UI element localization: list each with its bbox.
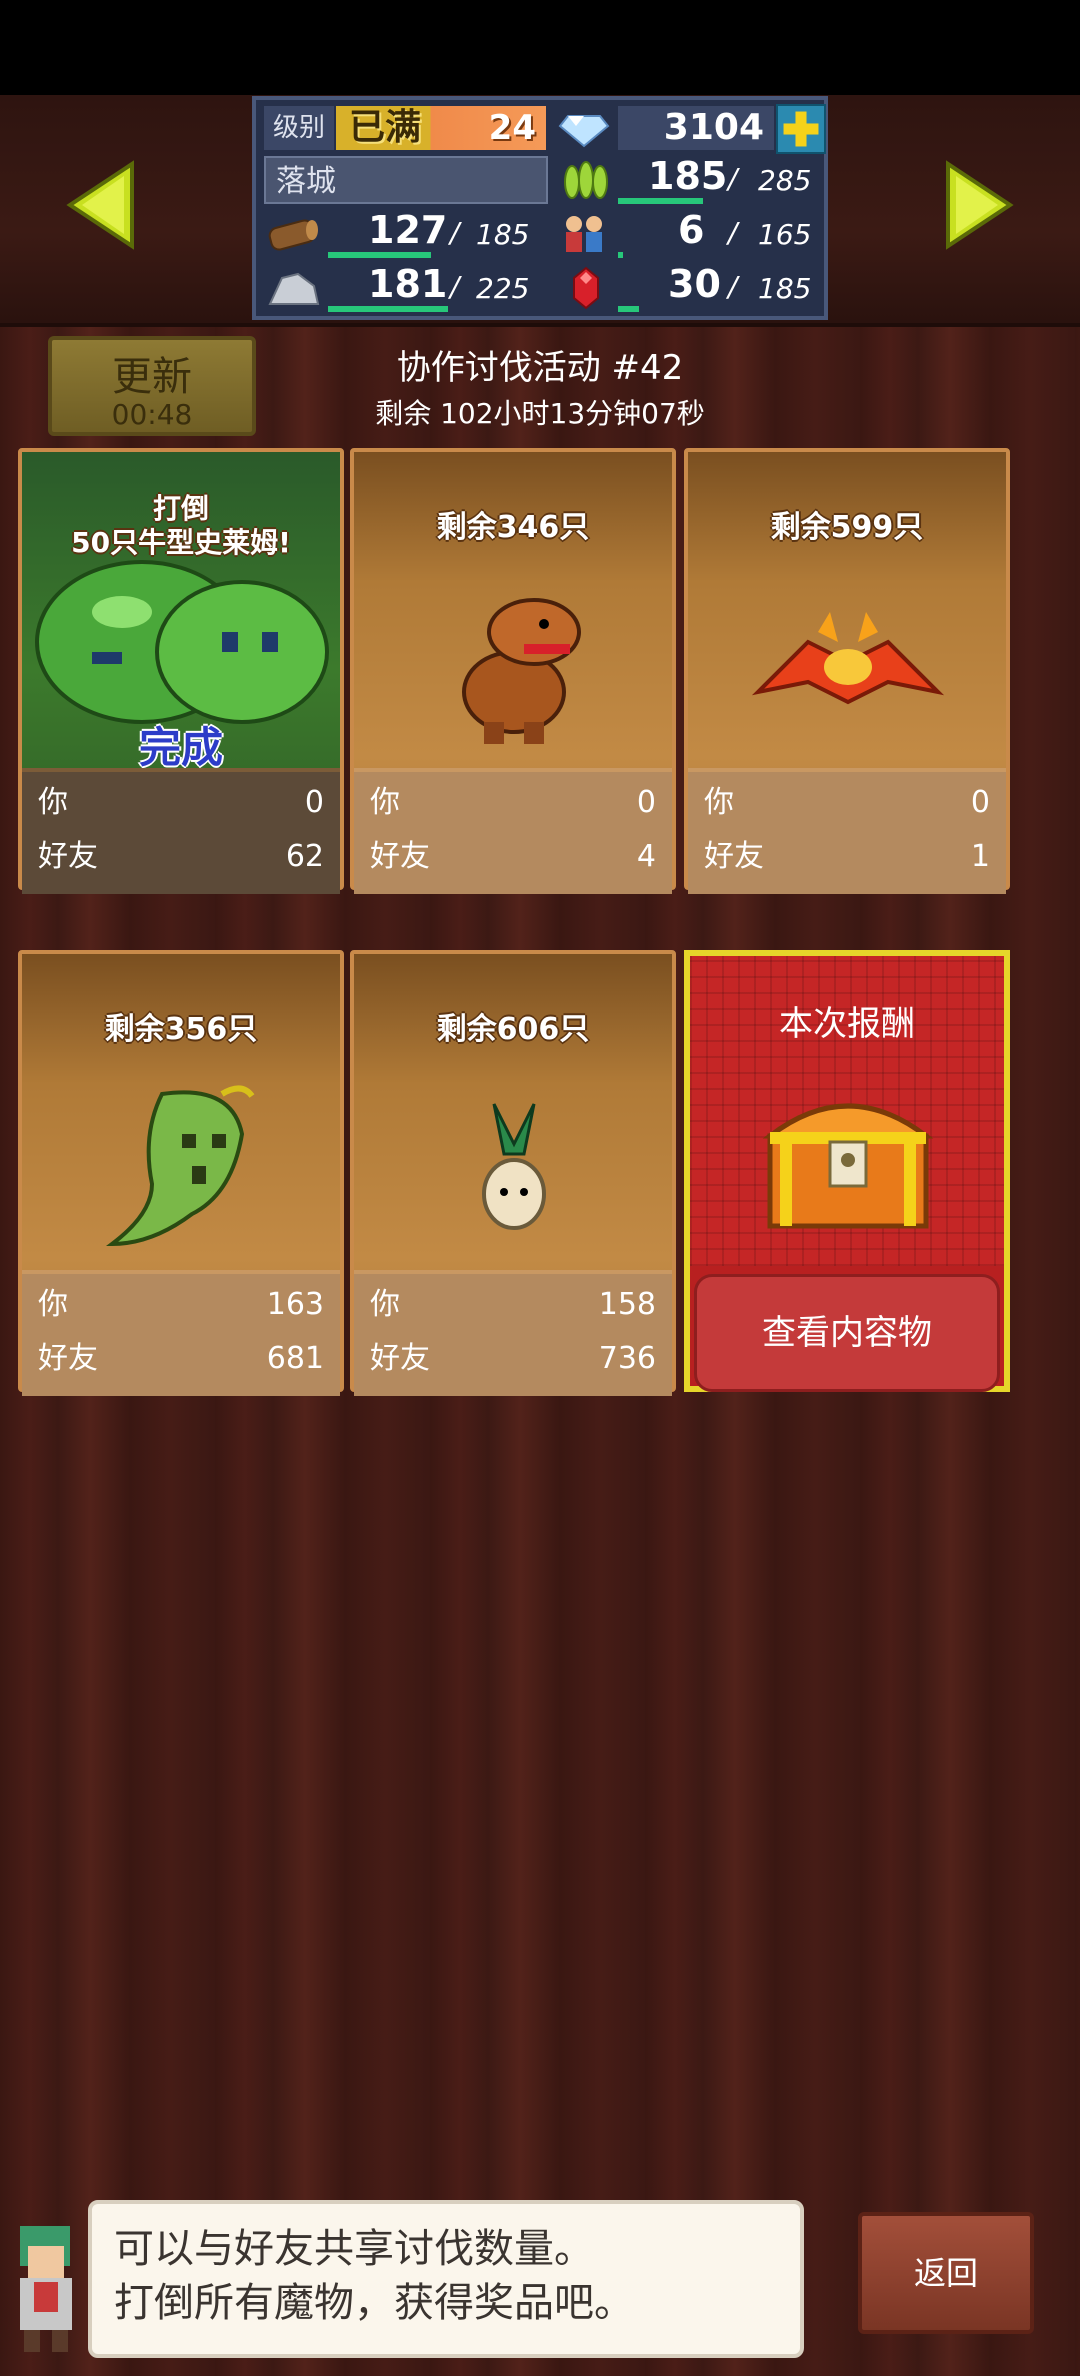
advisor-avatar — [0, 2206, 92, 2356]
card-title: 打倒 50只牛型史莱姆! — [22, 492, 340, 560]
friends-label: 好友 — [38, 1341, 98, 1376]
back-button[interactable]: 返回 — [858, 2212, 1034, 2334]
bottom-bar: 可以与好友共享讨伐数量。 打倒所有魔物，获得奖品吧。 返回 — [0, 2190, 1080, 2376]
level-value: 24 — [488, 108, 536, 148]
treasure-chest-icon — [760, 1076, 936, 1236]
level-max-badge: 已满 — [348, 107, 421, 148]
residents-bar — [618, 252, 623, 258]
lizard-monster-icon — [404, 572, 624, 752]
card-stats: 你 0 好友 62 — [22, 768, 340, 894]
plus-icon — [783, 111, 819, 147]
grain-icon — [556, 158, 616, 206]
you-label: 你 — [38, 1287, 68, 1322]
hint-line-2: 打倒所有魔物，获得奖品吧。 — [114, 2280, 634, 2326]
reward-card: 本次报酬 查看内容物 — [684, 950, 1010, 1392]
friends-count: 4 — [636, 839, 656, 874]
monster-card-radish[interactable]: 剩余606只 你 158 好友 736 — [350, 950, 676, 1396]
you-count: 163 — [266, 1287, 324, 1322]
friends-label: 好友 — [370, 1341, 430, 1376]
friends-label: 好友 — [38, 839, 98, 874]
friends-count: 1 — [970, 839, 990, 874]
ruby-value: 30 / 185 — [618, 262, 824, 312]
card-stats: 你 158 好友 736 — [354, 1270, 672, 1396]
friends-count: 62 — [285, 839, 324, 874]
card-title-line1: 打倒 — [152, 492, 209, 525]
you-count: 0 — [304, 785, 324, 820]
hint-line-1: 可以与好友共享讨伐数量。 — [114, 2226, 594, 2272]
event-remaining-time: 剩余 102小时13分钟07秒 — [375, 397, 705, 430]
friends-count: 681 — [266, 1341, 324, 1376]
food-value: 185 / 285 — [618, 154, 824, 204]
diamond-icon — [556, 106, 612, 150]
wood-icon — [264, 210, 324, 258]
monster-card-lizard[interactable]: 剩余346只 你 0 好友 4 — [350, 448, 676, 894]
add-gems-button[interactable] — [776, 104, 826, 154]
ruby-bar — [618, 306, 639, 312]
next-arrow-button[interactable] — [944, 160, 1014, 250]
card-stats: 你 163 好友 681 — [22, 1270, 340, 1396]
friends-label: 好友 — [370, 839, 430, 874]
resource-panel: 级别 已满 24 3104 落城 185 / 285 127 / 185 6 /… — [252, 96, 828, 320]
friends-row: 好友 4 — [370, 832, 656, 882]
you-label: 你 — [38, 785, 68, 820]
city-name: 落城 — [264, 156, 548, 204]
card-title: 剩余356只 — [104, 1012, 258, 1047]
reward-title: 本次报酬 — [779, 1004, 915, 1044]
residents-icon — [556, 210, 616, 258]
friends-count: 736 — [598, 1341, 656, 1376]
update-button[interactable]: 更新 00:48 — [48, 336, 256, 436]
event-title: 协作讨伐活动 #42 — [396, 348, 684, 388]
radish-monster-icon — [404, 1074, 624, 1254]
wood-value: 127 / 185 — [328, 208, 548, 258]
view-contents-button[interactable]: 查看内容物 — [694, 1274, 1000, 1392]
card-title-line2: 50只牛型史莱姆! — [71, 526, 291, 559]
you-row: 你 163 — [38, 1280, 324, 1330]
hint-message: 可以与好友共享讨伐数量。 打倒所有魔物，获得奖品吧。 — [88, 2200, 804, 2358]
friends-row: 好友 681 — [38, 1334, 324, 1384]
food-bar — [618, 198, 703, 204]
you-label: 你 — [370, 1287, 400, 1322]
wood-bar — [328, 252, 431, 258]
stone-bar — [328, 306, 448, 312]
monster-card-slime[interactable]: 打倒 50只牛型史莱姆! 完成 你 0 好友 62 — [18, 448, 344, 894]
card-title: 剩余599只 — [770, 510, 924, 545]
stone-value: 181 / 225 — [328, 262, 548, 312]
fire-bat-icon — [738, 572, 958, 752]
you-row: 你 158 — [370, 1280, 656, 1330]
card-title: 剩余606只 — [436, 1012, 590, 1047]
you-count: 0 — [636, 785, 656, 820]
monster-card-leaf-ghost[interactable]: 剩余356只 你 163 好友 681 — [18, 950, 344, 1396]
gem-count: 3104 — [618, 106, 774, 150]
level-badge: 已满 24 — [336, 106, 546, 150]
you-row: 你 0 — [38, 778, 324, 828]
stone-icon — [264, 264, 324, 312]
update-timer: 00:48 — [111, 398, 193, 431]
you-label: 你 — [704, 785, 734, 820]
card-stats: 你 0 好友 1 — [688, 768, 1006, 894]
completed-label: 完成 — [138, 723, 223, 772]
you-row: 你 0 — [704, 778, 990, 828]
ruby-icon — [556, 264, 616, 312]
you-row: 你 0 — [370, 778, 656, 828]
friends-row: 好友 736 — [370, 1334, 656, 1384]
level-label: 级别 — [264, 106, 334, 150]
monster-card-fire-bat[interactable]: 剩余599只 你 0 好友 1 — [684, 448, 1010, 894]
you-count: 158 — [598, 1287, 656, 1322]
card-stats: 你 0 好友 4 — [354, 768, 672, 894]
status-bar — [0, 0, 1080, 95]
triangle-right-icon — [946, 160, 1014, 250]
you-count: 0 — [970, 785, 990, 820]
friends-row: 好友 62 — [38, 832, 324, 882]
residents-value: 6 / 165 — [618, 208, 824, 258]
card-title: 剩余346只 — [436, 510, 590, 545]
prev-arrow-button[interactable] — [66, 160, 136, 250]
you-label: 你 — [370, 785, 400, 820]
triangle-left-icon — [66, 160, 134, 250]
update-label: 更新 — [112, 354, 192, 400]
friends-label: 好友 — [704, 839, 764, 874]
friends-row: 好友 1 — [704, 832, 990, 882]
leaf-ghost-icon — [72, 1074, 292, 1254]
